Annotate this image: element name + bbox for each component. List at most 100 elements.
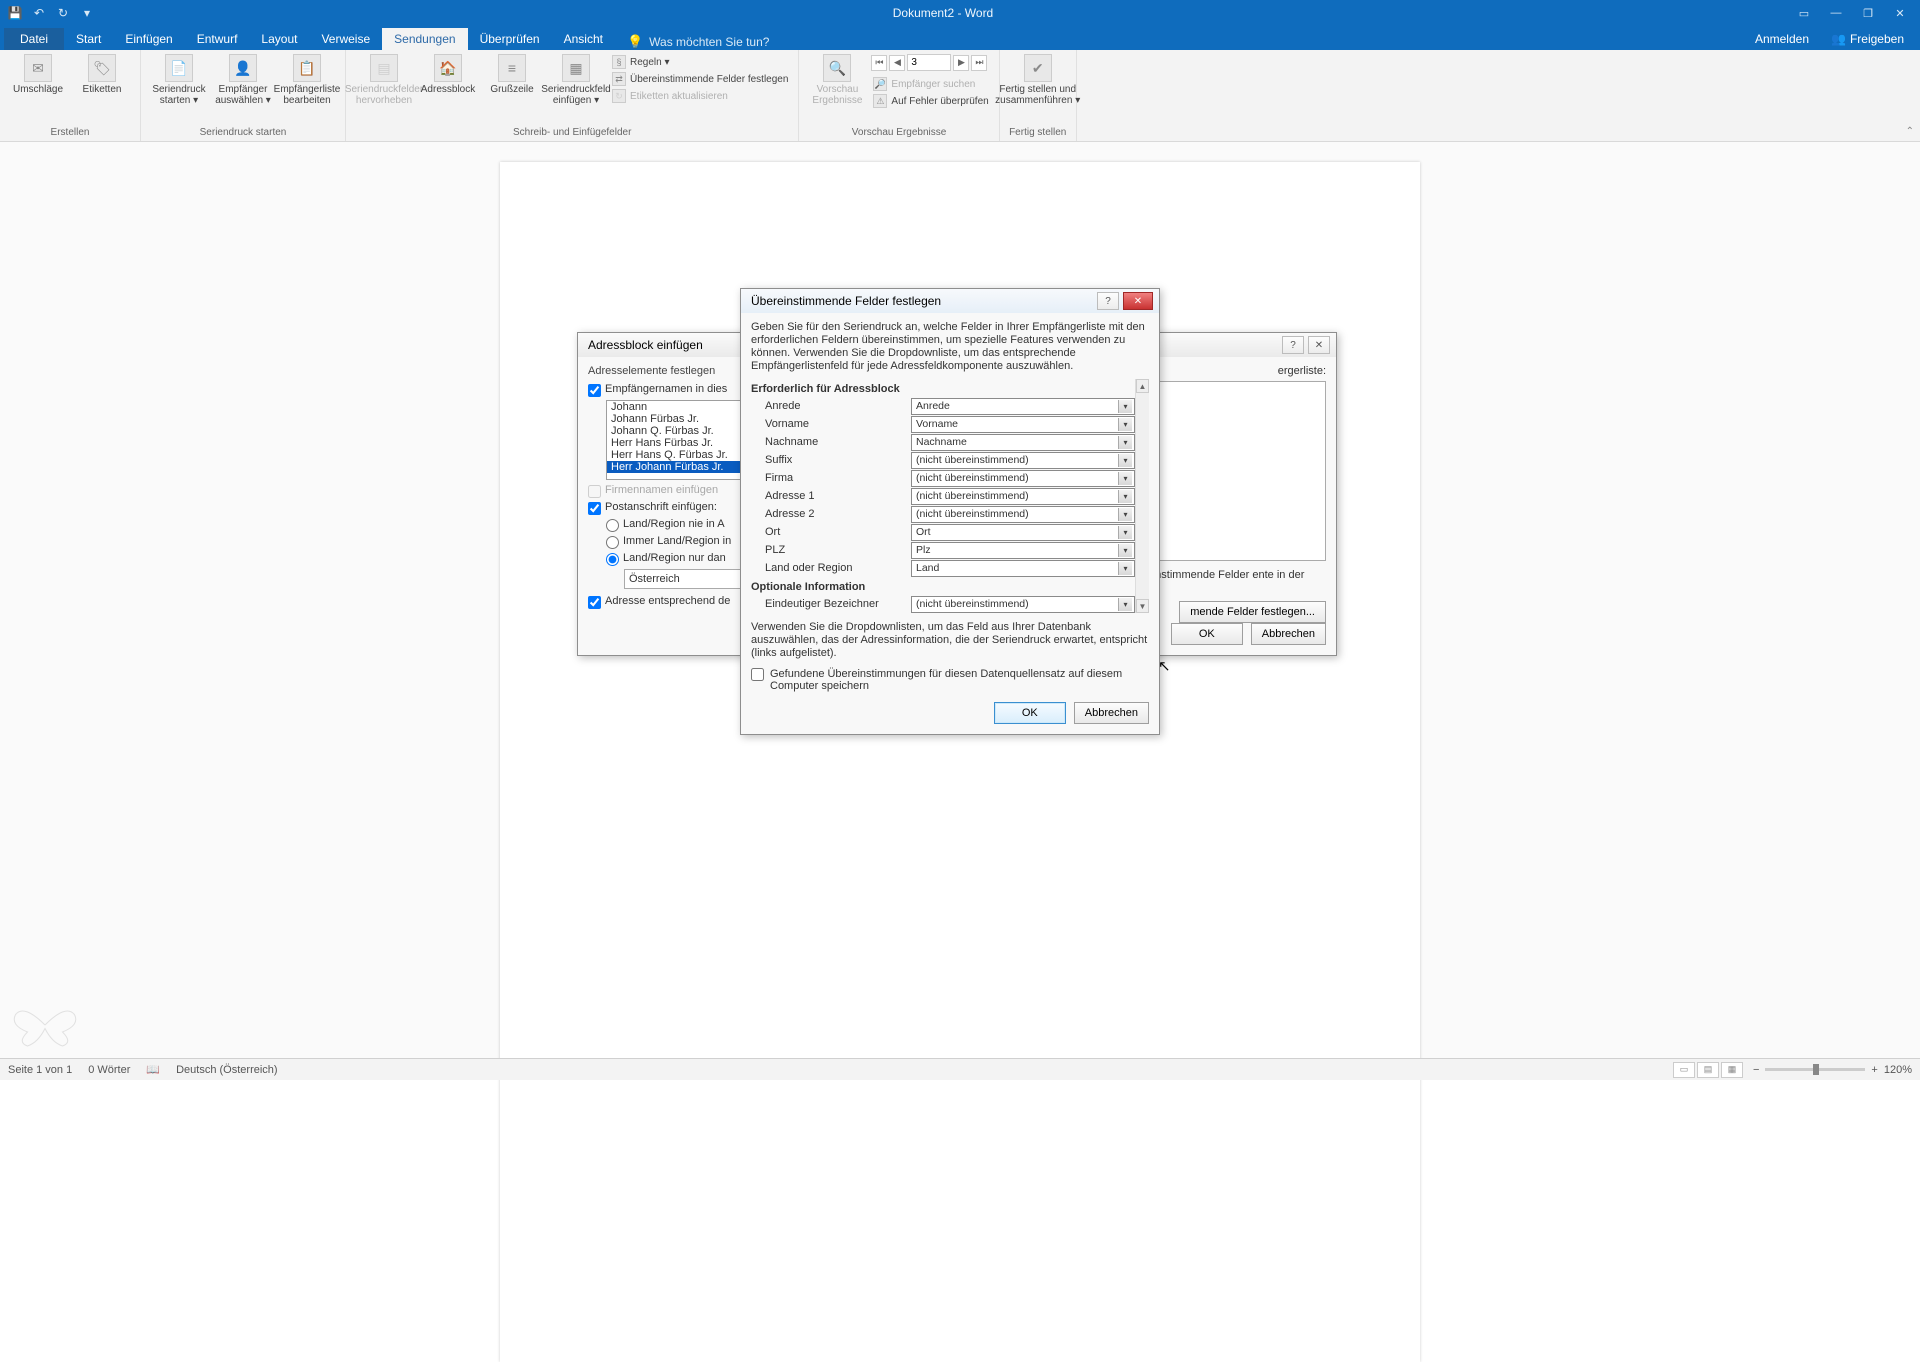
field-label: Vorname bbox=[751, 418, 911, 430]
envelopes-button[interactable]: ✉Umschläge bbox=[8, 52, 68, 97]
status-language[interactable]: Deutsch (Österreich) bbox=[176, 1064, 277, 1076]
zoom-value[interactable]: 120% bbox=[1884, 1064, 1912, 1076]
tab-design[interactable]: Entwurf bbox=[185, 28, 250, 50]
ribbon-display-options-icon[interactable]: ▭ bbox=[1788, 3, 1820, 23]
prev-record-icon[interactable]: ◀ bbox=[889, 55, 905, 71]
checkbox-postal[interactable] bbox=[588, 502, 601, 515]
cancel-button[interactable]: Abbrechen bbox=[1251, 623, 1326, 645]
envelope-icon: ✉ bbox=[24, 54, 52, 82]
tellme-search[interactable]: 💡 Was möchten Sie tun? bbox=[627, 34, 769, 50]
print-layout-icon[interactable]: ▤ bbox=[1697, 1062, 1719, 1078]
edit-recipients-button[interactable]: 📋Empfängerliste bearbeiten bbox=[277, 52, 337, 108]
start-mailmerge-button[interactable]: 📄Seriendruck starten ▾ bbox=[149, 52, 209, 108]
rules-button[interactable]: §Regeln ▾ bbox=[610, 54, 790, 70]
checkbox-remember[interactable] bbox=[751, 668, 764, 681]
cancel-button[interactable]: Abbrechen bbox=[1074, 702, 1149, 724]
share-label: Freigeben bbox=[1850, 32, 1904, 46]
field-label: Adresse 2 bbox=[751, 508, 911, 520]
tab-home[interactable]: Start bbox=[64, 28, 113, 50]
field-select[interactable]: (nicht übereinstimmend)▾ bbox=[911, 596, 1135, 613]
record-number-input[interactable]: 3 bbox=[907, 54, 951, 71]
rules-label: Regeln ▾ bbox=[630, 57, 670, 68]
dialog-close-icon[interactable]: ✕ bbox=[1308, 336, 1330, 354]
field-label: Adresse 1 bbox=[751, 490, 911, 502]
scroll-track[interactable] bbox=[1136, 393, 1149, 599]
group-start-label: Seriendruck starten bbox=[149, 125, 337, 141]
field-label: Nachname bbox=[751, 436, 911, 448]
dialog-close-icon[interactable]: ✕ bbox=[1123, 292, 1153, 310]
dialog-help-icon[interactable]: ? bbox=[1097, 292, 1119, 310]
save-icon[interactable]: 💾 bbox=[4, 3, 26, 23]
scroll-up-icon[interactable]: ▲ bbox=[1136, 379, 1149, 393]
select-recipients-button[interactable]: 👤Empfänger auswählen ▾ bbox=[213, 52, 273, 108]
radio-country-only[interactable] bbox=[606, 553, 619, 566]
tab-view[interactable]: Ansicht bbox=[552, 28, 615, 50]
checkbox-format[interactable] bbox=[588, 596, 601, 609]
radio-country-never[interactable] bbox=[606, 519, 619, 532]
insert-merge-field-button[interactable]: ▦Seriendruckfeld einfügen ▾ bbox=[546, 52, 606, 108]
first-record-icon[interactable]: ⏮ bbox=[871, 55, 887, 71]
field-select-value: (nicht übereinstimmend) bbox=[916, 508, 1029, 520]
zoom-out-icon[interactable]: − bbox=[1753, 1064, 1759, 1076]
tab-file[interactable]: Datei bbox=[4, 28, 64, 50]
maximize-icon[interactable]: ❐ bbox=[1852, 3, 1884, 23]
web-layout-icon[interactable]: ▦ bbox=[1721, 1062, 1743, 1078]
address-block-button[interactable]: 🏠Adressblock bbox=[418, 52, 478, 97]
labels-button[interactable]: 🏷Etiketten bbox=[72, 52, 132, 97]
label-company: Firmennamen einfügen bbox=[605, 484, 718, 496]
ok-button[interactable]: OK bbox=[1171, 623, 1243, 645]
zoom-in-icon[interactable]: + bbox=[1871, 1064, 1877, 1076]
field-select[interactable]: (nicht übereinstimmend)▾ bbox=[911, 470, 1135, 487]
match-fields-button[interactable]: ⇄Übereinstimmende Felder festlegen bbox=[610, 71, 790, 87]
minimize-icon[interactable]: — bbox=[1820, 3, 1852, 23]
share-icon: 👥 bbox=[1831, 32, 1846, 46]
dialog-help-icon[interactable]: ? bbox=[1282, 336, 1304, 354]
qat-more-icon[interactable]: ▾ bbox=[76, 3, 98, 23]
ok-button[interactable]: OK bbox=[994, 702, 1066, 724]
tab-mailings[interactable]: Sendungen bbox=[382, 28, 467, 50]
field-select[interactable]: Vorname▾ bbox=[911, 416, 1135, 433]
field-select[interactable]: Land▾ bbox=[911, 560, 1135, 577]
field-select[interactable]: Ort▾ bbox=[911, 524, 1135, 541]
dialog-titlebar[interactable]: Übereinstimmende Felder festlegen ? ✕ bbox=[741, 289, 1159, 313]
chevron-down-icon: ▾ bbox=[1118, 400, 1132, 413]
start-mailmerge-label: Seriendruck starten ▾ bbox=[152, 84, 205, 106]
tab-review[interactable]: Überprüfen bbox=[468, 28, 552, 50]
finish-merge-button[interactable]: ✔Fertig stellen und zusammenführen ▾ bbox=[1008, 52, 1068, 108]
checkbox-insert-name[interactable] bbox=[588, 384, 601, 397]
group-preview-label: Vorschau Ergebnisse bbox=[807, 125, 990, 141]
tab-references[interactable]: Verweise bbox=[309, 28, 382, 50]
zoom-thumb[interactable] bbox=[1813, 1064, 1819, 1075]
last-record-icon[interactable]: ⏭ bbox=[971, 55, 987, 71]
field-select[interactable]: Anrede▾ bbox=[911, 398, 1135, 415]
match-fields-button[interactable]: mende Felder festlegen... bbox=[1179, 601, 1326, 623]
status-words[interactable]: 0 Wörter bbox=[88, 1064, 130, 1076]
check-errors-button[interactable]: ⚠Auf Fehler überprüfen bbox=[871, 93, 990, 109]
next-record-icon[interactable]: ▶ bbox=[953, 55, 969, 71]
collapse-ribbon-icon[interactable]: ⌃ bbox=[1906, 126, 1914, 137]
chevron-down-icon: ▾ bbox=[1118, 544, 1132, 557]
field-select[interactable]: (nicht übereinstimmend)▾ bbox=[911, 488, 1135, 505]
field-map-row: Suffix(nicht übereinstimmend)▾ bbox=[751, 451, 1135, 469]
close-icon[interactable]: ✕ bbox=[1884, 3, 1916, 23]
radio-country-always[interactable] bbox=[606, 536, 619, 549]
optional-header: Optionale Information bbox=[751, 581, 1135, 593]
zoom-slider[interactable] bbox=[1765, 1068, 1865, 1071]
tab-insert[interactable]: Einfügen bbox=[113, 28, 184, 50]
field-select[interactable]: Nachname▾ bbox=[911, 434, 1135, 451]
greeting-line-button[interactable]: ≡Grußzeile bbox=[482, 52, 542, 97]
status-page[interactable]: Seite 1 von 1 bbox=[8, 1064, 72, 1076]
field-select[interactable]: Plz▾ bbox=[911, 542, 1135, 559]
label-postal: Postanschrift einfügen: bbox=[605, 501, 717, 513]
tab-layout[interactable]: Layout bbox=[249, 28, 309, 50]
field-select[interactable]: (nicht übereinstimmend)▾ bbox=[911, 452, 1135, 469]
redo-icon[interactable]: ↻ bbox=[52, 3, 74, 23]
field-select[interactable]: (nicht übereinstimmend)▾ bbox=[911, 506, 1135, 523]
share-button[interactable]: 👥 Freigeben bbox=[1823, 28, 1912, 50]
status-spellcheck-icon[interactable]: 📖 bbox=[146, 1063, 160, 1076]
signin-button[interactable]: Anmelden bbox=[1747, 28, 1817, 50]
undo-icon[interactable]: ↶ bbox=[28, 3, 50, 23]
scrollbar[interactable]: ▲ ▼ bbox=[1135, 379, 1149, 613]
read-mode-icon[interactable]: ▭ bbox=[1673, 1062, 1695, 1078]
scroll-down-icon[interactable]: ▼ bbox=[1136, 599, 1149, 613]
